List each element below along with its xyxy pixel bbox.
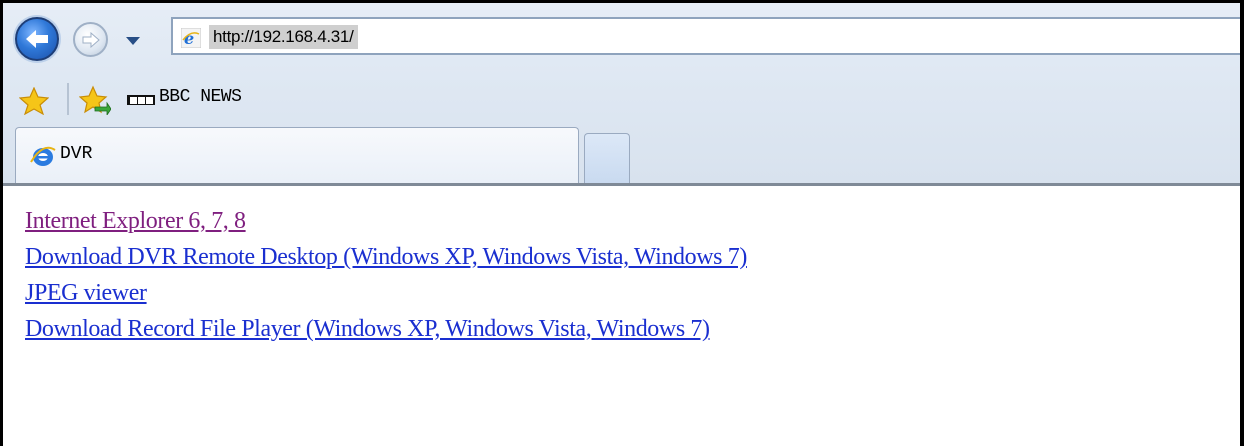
recent-pages-dropdown[interactable] bbox=[123, 31, 143, 51]
link-download-record-file-player[interactable]: Download Record File Player (Windows XP,… bbox=[25, 311, 747, 347]
link-download-dvr-remote-desktop[interactable]: Download DVR Remote Desktop (Windows XP,… bbox=[25, 239, 747, 275]
link-internet-explorer[interactable]: Internet Explorer 6, 7, 8 bbox=[25, 203, 747, 239]
ie-icon bbox=[30, 146, 56, 166]
tab-strip: DVR bbox=[3, 125, 1240, 185]
bbc-icon bbox=[127, 95, 155, 105]
favorites-divider bbox=[67, 83, 69, 115]
chrome-divider bbox=[3, 183, 1240, 186]
page-content: Internet Explorer 6, 7, 8 Download DVR R… bbox=[25, 203, 747, 347]
back-button[interactable] bbox=[15, 17, 59, 61]
tab-dvr[interactable]: DVR bbox=[15, 127, 579, 183]
navigation-bar: e http://192.168.4.31/ bbox=[3, 3, 1240, 65]
link-jpeg-viewer[interactable]: JPEG viewer bbox=[25, 275, 747, 311]
browser-chrome: e http://192.168.4.31/ BBC NEWS DVR bbox=[3, 3, 1240, 186]
favorites-star-icon[interactable] bbox=[19, 87, 49, 115]
favorites-bar: BBC NEWS bbox=[3, 73, 1240, 123]
forward-button[interactable] bbox=[73, 22, 108, 57]
arrow-right-icon bbox=[82, 31, 100, 48]
new-tab-button[interactable] bbox=[584, 133, 630, 183]
svg-text:e: e bbox=[184, 29, 194, 48]
address-bar[interactable]: e http://192.168.4.31/ bbox=[171, 17, 1240, 55]
browser-window: e http://192.168.4.31/ BBC NEWS DVR Inte… bbox=[0, 0, 1244, 446]
tab-label: DVR bbox=[60, 144, 93, 164]
add-to-favorites-icon[interactable] bbox=[79, 85, 111, 115]
address-text[interactable]: http://192.168.4.31/ bbox=[209, 25, 358, 49]
arrow-left-icon bbox=[26, 30, 48, 48]
ie-icon: e bbox=[181, 28, 201, 48]
favorite-link-bbc-news[interactable]: BBC NEWS bbox=[159, 87, 242, 107]
